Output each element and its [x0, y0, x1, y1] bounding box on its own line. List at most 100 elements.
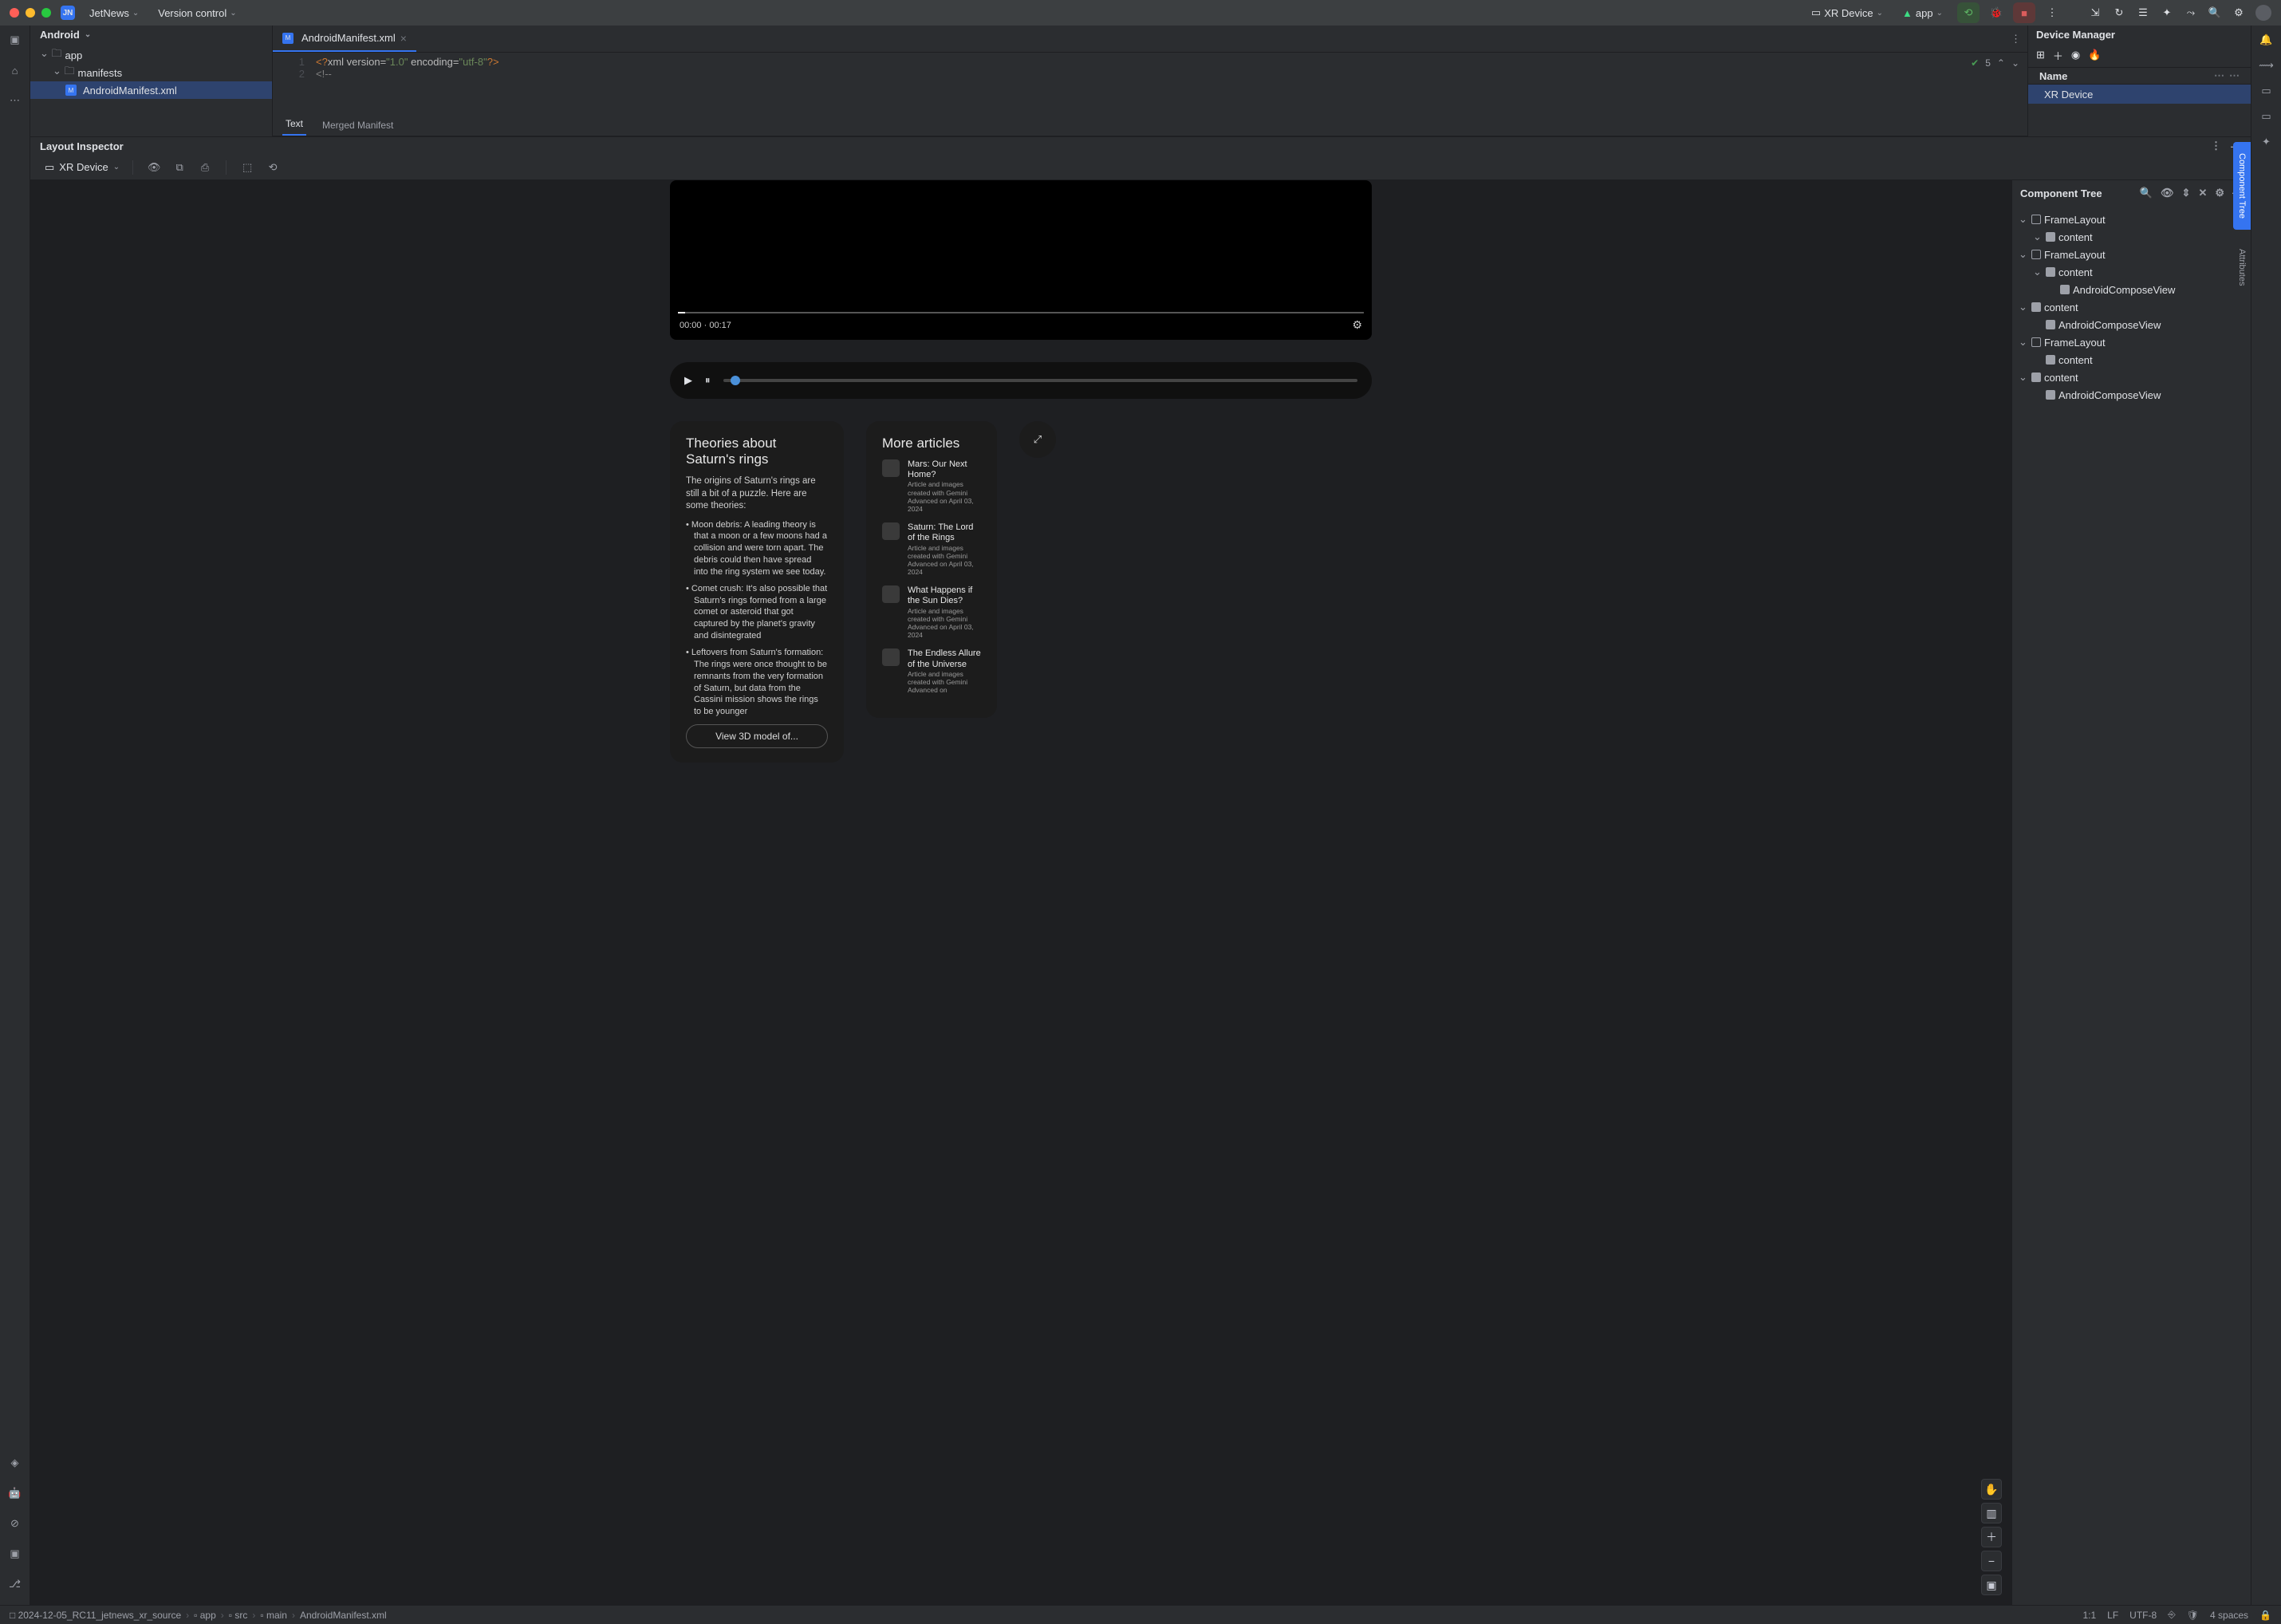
breadcrumb-item[interactable]: ▫ src	[229, 1610, 248, 1621]
refresh-icon[interactable]: ⟲	[265, 160, 281, 175]
sync-icon[interactable]: ↻	[2112, 6, 2126, 20]
settings-icon[interactable]: ⚙	[2232, 6, 2246, 20]
caret-down-icon[interactable]: ⌄	[2011, 57, 2019, 69]
structure-tool-icon[interactable]: ⌂	[7, 62, 23, 78]
lock-icon[interactable]: 🔒	[2259, 1610, 2271, 1621]
layout-canvas[interactable]: 00:00 · 00:17 ⚙ ▶ ⏸	[30, 180, 2011, 1605]
breadcrumb-item[interactable]: ▫ main	[260, 1610, 287, 1621]
encoding[interactable]: UTF-8	[2129, 1610, 2157, 1621]
profiler-icon[interactable]: ⤳	[2184, 6, 2198, 20]
slider-thumb[interactable]	[731, 376, 740, 385]
component-tree-row[interactable]: ⌄FrameLayout	[2012, 333, 2251, 351]
component-tree[interactable]: ⌄FrameLayout⌄content⌄FrameLayout⌄content…	[2012, 206, 2251, 408]
side-tab-attributes[interactable]: Attributes	[2233, 239, 2251, 295]
gradle-icon[interactable]: ⟿	[2259, 57, 2275, 73]
device-manager-icon[interactable]: ▭	[2259, 83, 2275, 99]
expand-fab[interactable]: ⤢	[1019, 421, 1056, 458]
layers-button[interactable]: ▥	[1981, 1503, 2002, 1523]
component-tree-row[interactable]: ⌄content	[2012, 228, 2251, 246]
breadcrumb-item[interactable]: □ 2024-12-05_RC11_jetnews_xr_source	[10, 1610, 181, 1621]
article-item[interactable]: The Endless Allure of the UniverseArticl…	[882, 648, 981, 694]
eye-icon[interactable]: 👁	[146, 160, 162, 175]
add-device-icon[interactable]: ＋	[2053, 48, 2063, 63]
audio-slider[interactable]	[723, 379, 1358, 382]
component-tree-row[interactable]: ⌄FrameLayout	[2012, 211, 2251, 228]
android-tool-icon[interactable]: 🤖	[7, 1485, 23, 1501]
component-tree-row[interactable]: ⌄content	[2012, 263, 2251, 281]
zoom-in-button[interactable]: ＋	[1981, 1527, 2002, 1547]
component-tree-row[interactable]: ⌄content	[2012, 298, 2251, 316]
close-window[interactable]	[10, 8, 19, 18]
search-icon[interactable]: 🔍	[2208, 6, 2222, 20]
component-tree-row[interactable]: content	[2012, 351, 2251, 369]
snapshot-icon[interactable]: ⎙	[197, 160, 213, 175]
article-item[interactable]: What Happens if the Sun Dies?Article and…	[882, 585, 981, 639]
expand-icon[interactable]: ⇕	[2182, 187, 2191, 199]
terminal-icon[interactable]: ▣	[7, 1546, 23, 1562]
play-icon[interactable]: ▶	[684, 374, 692, 387]
device-selector[interactable]: ▭ XR Device ⌄	[1806, 3, 1888, 22]
sub-tab-merged[interactable]: Merged Manifest	[319, 115, 396, 136]
tab-overflow[interactable]: ⋮	[2004, 26, 2027, 52]
breadcrumb-item[interactable]: ▫ app	[194, 1610, 216, 1621]
fire-icon[interactable]: 🔥	[2088, 49, 2101, 61]
pause-icon[interactable]: ⏸	[705, 374, 711, 387]
minimize-window[interactable]	[26, 8, 35, 18]
breadcrumb-item[interactable]: AndroidManifest.xml	[300, 1610, 387, 1621]
overlay-icon[interactable]: ⧉	[171, 160, 187, 175]
view-3d-button[interactable]: View 3D model of...	[686, 724, 828, 748]
project-tool-icon[interactable]: ▣	[7, 32, 23, 48]
tree-row[interactable]: ⌄ 🗀app	[30, 46, 272, 64]
collapse-icon[interactable]: ✕	[2198, 187, 2207, 199]
rerun-button[interactable]: ⟲	[1957, 2, 1980, 23]
gems-icon[interactable]: ◈	[7, 1455, 23, 1471]
eye-icon[interactable]: 👁	[2161, 187, 2174, 199]
problems-icon[interactable]: ⊘	[7, 1516, 23, 1531]
li-device-selector[interactable]: ▭ XR Device ⌄	[45, 161, 120, 174]
article-item[interactable]: Saturn: The Lord of the RingsArticle and…	[882, 522, 981, 576]
line-ending[interactable]: LF	[2107, 1610, 2118, 1621]
gear-icon[interactable]: ⚙	[1352, 318, 1362, 332]
breadcrumb[interactable]: □ 2024-12-05_RC11_jetnews_xr_source›▫ ap…	[10, 1610, 387, 1621]
select-icon[interactable]: ⬚	[239, 160, 255, 175]
search-icon[interactable]: 🔍	[2140, 187, 2153, 199]
caret-pos[interactable]: 1:1	[2082, 1610, 2096, 1621]
run-config-selector[interactable]: ▲ app ⌄	[1897, 4, 1948, 22]
bug-icon[interactable]: ✦	[2160, 6, 2174, 20]
editor-tab[interactable]: M AndroidManifest.xml ×	[273, 26, 416, 52]
wifi-icon[interactable]: ◉	[2071, 49, 2080, 61]
side-tab-component-tree[interactable]: Component Tree	[2233, 142, 2251, 230]
project-dropdown[interactable]: JetNews ⌄	[85, 4, 144, 22]
component-tree-row[interactable]: AndroidComposeView	[2012, 281, 2251, 298]
zoom-fit-button[interactable]: ▣	[1981, 1575, 2002, 1595]
stop-button[interactable]: ■	[2013, 2, 2035, 23]
li-more[interactable]: ⋮	[2211, 140, 2221, 152]
editor-body[interactable]: 12 <?xml version="1.0" encoding="utf-8"?…	[273, 53, 2027, 116]
shield-icon[interactable]: 🛡	[2187, 1610, 2199, 1621]
article-item[interactable]: Mars: Our Next Home?Article and images c…	[882, 459, 981, 513]
layouts-icon[interactable]: ☰	[2136, 6, 2150, 20]
zoom-out-button[interactable]: −	[1981, 1551, 2002, 1571]
debug-button[interactable]: 🐞	[1989, 6, 2003, 20]
device-row[interactable]: XR Device	[2028, 85, 2251, 104]
component-tree-row[interactable]: AndroidComposeView	[2012, 316, 2251, 333]
ai-icon[interactable]: ✦	[2259, 134, 2275, 150]
avatar[interactable]	[2255, 5, 2271, 21]
pan-button[interactable]: ✋	[1981, 1479, 2002, 1500]
more-tool-icon[interactable]: ⋯	[7, 93, 23, 108]
component-tree-row[interactable]: ⌄FrameLayout	[2012, 246, 2251, 263]
gear-icon[interactable]: ⚙	[2215, 187, 2224, 199]
indent[interactable]: 4 spaces	[2210, 1610, 2248, 1621]
running-devices-icon[interactable]: ▭	[2259, 108, 2275, 124]
sub-tab-text[interactable]: Text	[282, 113, 306, 136]
zoom-window[interactable]	[41, 8, 51, 18]
close-tab-icon[interactable]: ×	[400, 32, 407, 45]
project-panel-header[interactable]: Android ⌄	[30, 26, 272, 43]
component-tree-row[interactable]: ⌄content	[2012, 369, 2251, 386]
grid-icon[interactable]: ⊞	[2036, 49, 2045, 61]
project-tree[interactable]: ⌄ 🗀app⌄ 🗀manifestsMAndroidManifest.xml	[30, 43, 272, 102]
caret-up-icon[interactable]: ⌃	[1997, 57, 2005, 69]
tree-row[interactable]: MAndroidManifest.xml	[30, 81, 272, 99]
notifications-icon[interactable]: 🔔	[2259, 32, 2275, 48]
tree-row[interactable]: ⌄ 🗀manifests	[30, 64, 272, 81]
